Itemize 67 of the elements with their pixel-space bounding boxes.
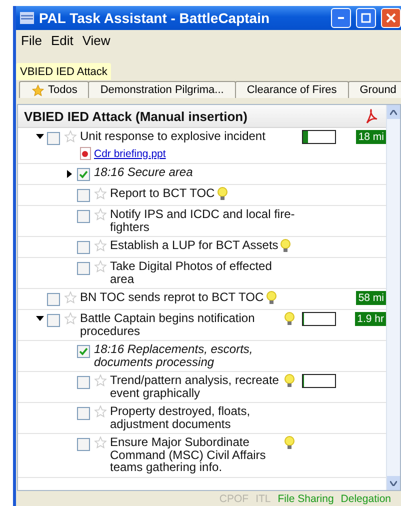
task-text: Trend/pattern analysis, recreate event graphically [110,374,280,399]
time-badge: 58 mi [356,291,386,305]
progress-bar [302,312,336,326]
task-text: Take Digital Photos of effected area [110,260,273,285]
scroll-up-icon[interactable] [390,110,397,114]
task-text: 18:16 Replacements, escorts, documents processing [94,343,254,368]
star-icon[interactable] [64,312,77,325]
progress-bar [302,130,336,144]
attachment-link[interactable]: Cdr briefing.ppt [94,148,166,160]
task-text: Establish a LUP for BCT Assets [110,239,278,252]
task-text: Unit response to explosive incident [80,130,266,142]
star-icon[interactable] [94,374,107,387]
minimize-icon [338,17,344,19]
expanded-arrow-icon[interactable] [36,134,44,139]
tab[interactable]: Ground [348,81,401,98]
tab[interactable]: Clearance of Fires [234,81,349,98]
close-button[interactable] [381,8,401,28]
task-text: Battle Captain begins notification procedures [80,312,256,337]
checkbox[interactable] [47,293,60,306]
menu-item[interactable]: Edit [50,33,74,47]
star-icon[interactable] [94,187,107,200]
checkbox[interactable] [77,168,90,181]
star-icon[interactable] [94,405,107,418]
tab[interactable]: VBIED IED Attack [16,63,112,80]
checkbox[interactable] [77,241,90,254]
star-icon[interactable] [64,130,77,143]
close-icon [386,13,396,23]
checkbox[interactable] [77,210,90,223]
time-badge: 18 mi [356,130,386,144]
window-title: PAL Task Assistant - BattleCaptain [39,10,271,26]
menu-item[interactable]: File [21,33,42,47]
star-icon [31,84,45,96]
checkbox[interactable] [47,314,60,327]
menu-item[interactable]: View [82,33,110,47]
minimize-button[interactable] [331,8,351,28]
task-text: BN TOC sends reprot to BCT TOC [80,291,264,304]
task-text: Property destroyed, floats, adjustment documents [110,405,252,430]
scroll-down-icon[interactable] [390,480,397,486]
time-badge: 1.9 hr [355,312,386,326]
star-icon[interactable] [94,260,107,273]
star-icon[interactable] [64,291,77,304]
maximize-icon [361,13,371,23]
window-icon [20,12,34,24]
tab[interactable]: Todos [19,81,90,98]
collapsed-arrow-icon[interactable] [67,170,72,178]
progress-bar [302,374,336,388]
checkbox[interactable] [77,345,90,358]
document-icon [80,147,91,160]
task-text: 18:16 Secure area [94,166,193,178]
star-icon[interactable] [94,208,107,221]
scrollbar[interactable] [386,105,400,490]
checkbox[interactable] [77,407,90,420]
task-text: Notify IPS and ICDC and local fire-fighters [110,208,295,233]
maximize-button[interactable] [356,8,376,28]
task-text: Report to BCT TOC [110,187,215,200]
checkbox[interactable] [77,438,90,451]
panel-title: VBIED IED Attack (Manual insertion) [24,108,248,124]
checkbox[interactable] [77,189,90,202]
task-text: Ensure Major Subordinate Command (MSC) Civil Affairs teams gathering info. [110,436,267,474]
star-icon[interactable] [94,436,107,449]
expanded-arrow-icon[interactable] [36,316,44,321]
checkbox[interactable] [77,376,90,389]
star-icon[interactable] [94,239,107,252]
pdf-icon[interactable] [365,108,378,124]
checkbox[interactable] [47,132,60,145]
tab[interactable]: Demonstration Pilgrima... [88,81,236,98]
checkbox[interactable] [77,262,90,275]
